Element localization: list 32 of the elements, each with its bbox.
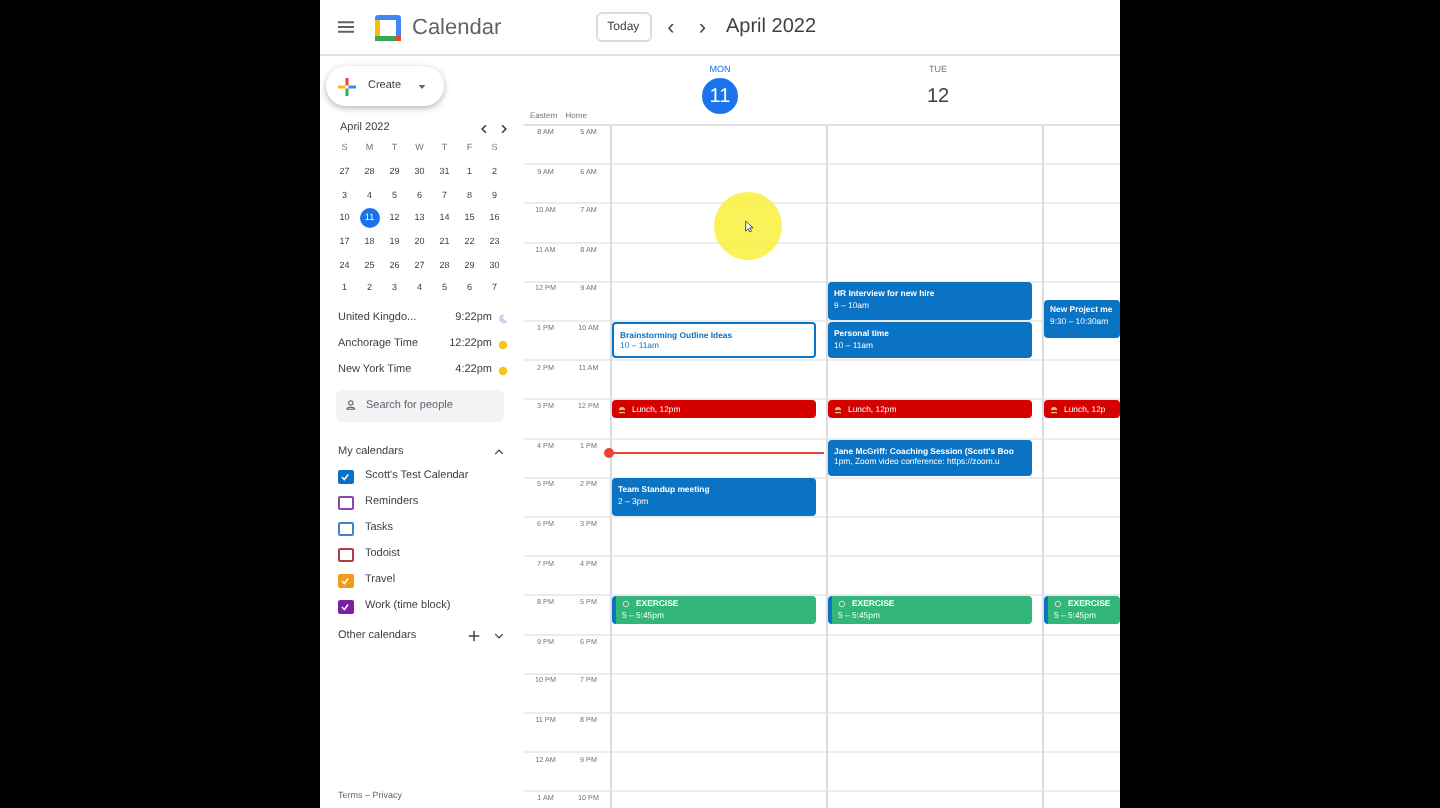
- add-icon[interactable]: [468, 629, 480, 642]
- burger-icon: [834, 405, 842, 414]
- day-number[interactable]: 12: [920, 78, 956, 114]
- next-button[interactable]: ›: [690, 15, 714, 39]
- chevron-left-icon[interactable]: [480, 123, 488, 133]
- day-number[interactable]: 11: [702, 78, 738, 114]
- calendar-checkbox[interactable]: [338, 573, 353, 589]
- moon-icon: [498, 313, 508, 324]
- calendar-checkbox[interactable]: [338, 599, 353, 615]
- circle-icon: [1054, 600, 1062, 609]
- app-title: Calendar: [412, 15, 502, 39]
- people-icon: [346, 400, 358, 411]
- calendar-checkbox[interactable]: [338, 547, 353, 563]
- pointer-icon: [743, 219, 753, 233]
- calendar-checkbox[interactable]: [338, 469, 353, 485]
- circle-icon: [622, 600, 630, 609]
- chevron-right-icon[interactable]: [500, 123, 508, 133]
- menu-icon[interactable]: [338, 20, 354, 34]
- sun-icon: [498, 365, 508, 376]
- plus-icon: [338, 77, 356, 95]
- calendar-checkbox[interactable]: [338, 521, 353, 537]
- burger-icon: [618, 405, 626, 414]
- burger-icon: [1050, 405, 1058, 414]
- caret-icon: [417, 83, 426, 89]
- sun-icon: [498, 339, 508, 350]
- calendar-checkbox[interactable]: [338, 495, 353, 511]
- period-title: April 2022: [726, 16, 817, 38]
- circle-icon: [838, 600, 846, 609]
- chevron-icon[interactable]: [494, 447, 504, 456]
- chevron-icon[interactable]: [494, 631, 504, 640]
- calendar-logo-icon: [374, 13, 402, 41]
- previous-button[interactable]: ‹: [659, 15, 683, 39]
